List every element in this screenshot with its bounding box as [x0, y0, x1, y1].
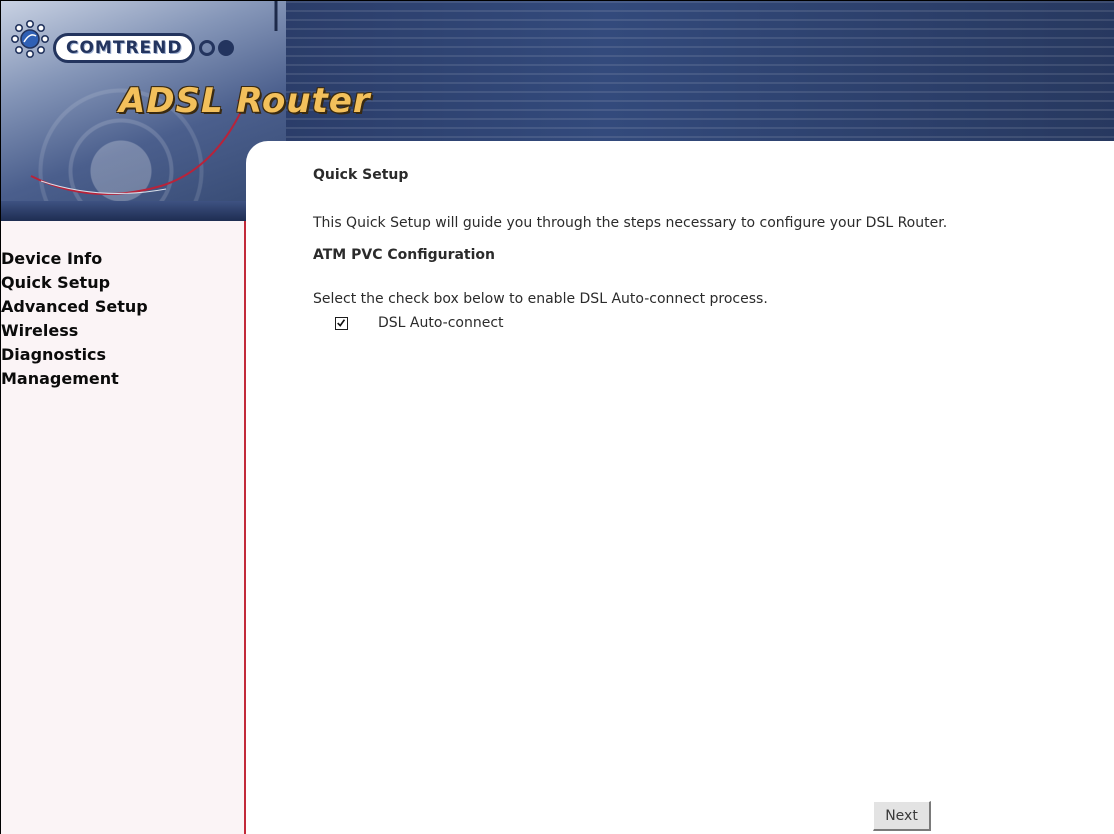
sidebar-item-management[interactable]: Management	[1, 367, 244, 391]
sidebar-nav: Device Info Quick Setup Advanced Setup W…	[1, 221, 244, 391]
page-title: Quick Setup	[313, 167, 409, 183]
sidebar: Device Info Quick Setup Advanced Setup W…	[1, 221, 246, 834]
brand-dot-solid	[218, 40, 235, 56]
comtrend-logo: COMTREND	[9, 15, 235, 63]
dsl-auto-connect-label: DSL Auto-connect	[378, 315, 504, 331]
next-button[interactable]: Next	[873, 801, 931, 831]
sidebar-item-device-info[interactable]: Device Info	[1, 247, 244, 271]
brand-dots	[199, 40, 235, 56]
section-title-atm-pvc: ATM PVC Configuration	[313, 247, 495, 263]
auto-connect-row: DSL Auto-connect	[335, 315, 1113, 331]
brand-dot-ring	[199, 40, 216, 56]
sun-logo-icon	[10, 19, 49, 58]
dsl-auto-connect-checkbox[interactable]	[335, 316, 348, 330]
brand-name: COMTREND	[53, 33, 196, 63]
intro-text: This Quick Setup will guide you through …	[313, 215, 948, 231]
main-content: Quick Setup This Quick Setup will guide …	[313, 167, 1113, 331]
sidebar-item-quick-setup[interactable]: Quick Setup	[1, 271, 244, 295]
product-title: ADSL Router	[119, 81, 371, 121]
sidebar-item-advanced-setup[interactable]: Advanced Setup	[1, 295, 244, 319]
sidebar-item-diagnostics[interactable]: Diagnostics	[1, 343, 244, 367]
checkmark-icon	[337, 318, 346, 327]
banner-stripes	[261, 1, 1114, 141]
sidebar-item-wireless[interactable]: Wireless	[1, 319, 244, 343]
page-frame: COMTREND ADSL Router Device Info Quick S…	[0, 0, 1114, 834]
instruction-text: Select the check box below to enable DSL…	[313, 291, 768, 307]
